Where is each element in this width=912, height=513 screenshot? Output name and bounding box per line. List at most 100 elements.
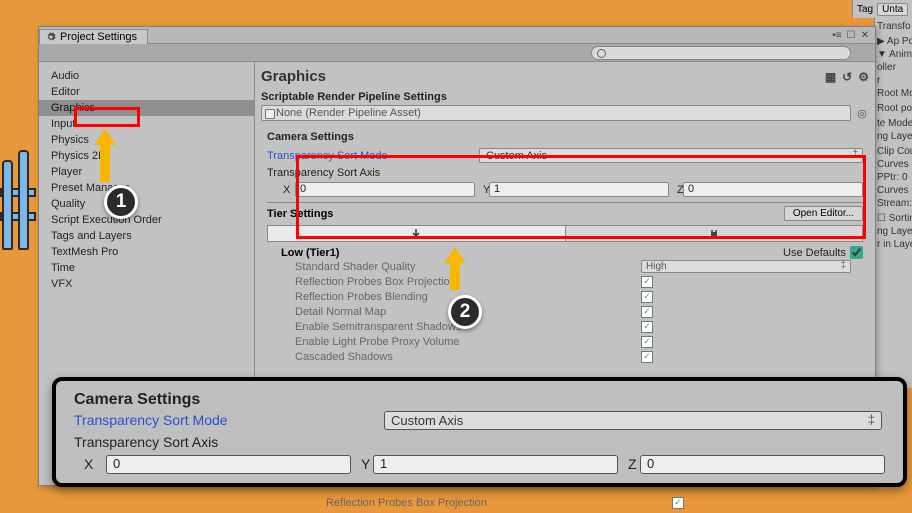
sidebar-item-script-execution-order[interactable]: Script Execution Order (39, 212, 254, 228)
sidebar-item-preset-manager[interactable]: Preset Manager (39, 180, 254, 196)
tier-property-row: Enable Semitransparent Shadows ✓ (267, 319, 863, 334)
zoom-mode-dropdown[interactable]: Custom Axis (384, 411, 882, 430)
sidebar-item-physics[interactable]: Physics (39, 132, 254, 148)
sidebar-item-graphics[interactable]: Graphics (39, 100, 254, 116)
prop-checkbox[interactable]: ✓ (641, 306, 653, 318)
tier-property-row: Detail Normal Map ✓ (267, 304, 863, 319)
sidebar-item-vfx[interactable]: VFX (39, 276, 254, 292)
tag-dropdown[interactable]: Unta (877, 3, 908, 16)
prop-label: Enable Semitransparent Shadows (295, 321, 625, 333)
maximize-icon[interactable]: ☐ (845, 30, 857, 41)
tag-label: Tag (857, 4, 873, 15)
object-picker-icon[interactable]: ◎ (855, 105, 869, 121)
close-icon[interactable]: ✕ (859, 30, 871, 41)
inspector-line: ▶ Ap Por (877, 35, 910, 48)
tier-prop-peek: Reflection Probes Box Projection ✓ (298, 495, 868, 510)
inspector-line: Curves P (877, 158, 910, 171)
axis-z-label: Z (669, 184, 683, 196)
popout-icon[interactable]: ▪≡ (831, 30, 843, 41)
sidebar-item-editor[interactable]: Editor (39, 84, 254, 100)
prop-checkbox[interactable]: ✓ (641, 276, 653, 288)
platform-tab-android[interactable] (566, 226, 863, 241)
sidebar-item-tags-and-layers[interactable]: Tags and Layers (39, 228, 254, 244)
sidebar-item-physics-2d[interactable]: Physics 2D (39, 148, 254, 164)
camera-settings-title: Camera Settings (267, 131, 863, 143)
inspector-line: ng Layer (877, 225, 910, 238)
prop-checkbox[interactable]: ✓ (641, 321, 653, 333)
pipeline-asset-field[interactable]: None (Render Pipeline Asset) (261, 105, 851, 121)
pipeline-title: Scriptable Render Pipeline Settings (261, 89, 869, 105)
axis-y-input[interactable]: 1 (489, 182, 669, 197)
background-sprite (0, 150, 36, 270)
sidebar-item-audio[interactable]: Audio (39, 68, 254, 84)
axis-x-label: X (281, 184, 295, 196)
inspector-line: Stream: (877, 197, 910, 210)
tier-property-row: Cascaded Shadows ✓ (267, 349, 863, 364)
sort-mode-dropdown[interactable]: Custom Axis (479, 148, 863, 163)
window-tab[interactable]: Project Settings (39, 29, 148, 44)
inspector-line: Curves C (877, 184, 910, 197)
tier-name: Low (Tier1) (281, 247, 339, 259)
inspector-line: PPtr: 0 (877, 171, 910, 184)
download-icon (411, 229, 421, 239)
android-icon (709, 229, 719, 239)
prop-dropdown[interactable]: High (641, 260, 851, 273)
zoom-mode-label: Transparency Sort Mode (74, 412, 384, 428)
zoom-x-label: X (84, 456, 106, 472)
page-title: Graphics ▦ ↺ ⚙ (261, 66, 869, 89)
zoom-title: Camera Settings (74, 391, 885, 409)
platform-tab-standalone[interactable] (268, 226, 566, 241)
prop-label: Reflection Probes Blending (295, 291, 625, 303)
camera-settings-block: Camera Settings Transparency Sort Mode C… (261, 127, 869, 372)
zoom-z-input[interactable]: 0 (640, 455, 885, 474)
zoom-axis-label: Transparency Sort Axis (74, 434, 384, 450)
help-icon[interactable]: ⚙ (858, 70, 869, 84)
prop-label: Cascaded Shadows (295, 351, 625, 363)
inspector-line: oller (877, 61, 910, 74)
sidebar-item-input[interactable]: Input (39, 116, 254, 132)
zoom-y-label: Y (351, 456, 373, 472)
zoom-x-input[interactable]: 0 (106, 455, 351, 474)
tier-property-row: Reflection Probes Blending ✓ (267, 289, 863, 304)
use-defaults-label: Use Defaults (783, 247, 846, 259)
tier-row: Low (Tier1) Use Defaults (267, 246, 863, 259)
tier-settings-header: Tier Settings Open Editor... (267, 202, 863, 221)
prop-checkbox[interactable]: ✓ (641, 291, 653, 303)
reset-icon[interactable]: ↺ (842, 70, 852, 84)
prop-checkbox[interactable]: ✓ (641, 336, 653, 348)
tier-property-row: Enable Light Probe Proxy Volume ✓ (267, 334, 863, 349)
tier-property-row: Standard Shader Quality High (267, 259, 863, 274)
prop-checkbox[interactable]: ✓ (672, 497, 684, 509)
sidebar-item-player[interactable]: Player (39, 164, 254, 180)
inspector-line: Clip Cou (877, 145, 910, 158)
prop-label: Standard Shader Quality (295, 261, 625, 273)
inspector-panel-clipped: Transfo▶ Ap Por▼ AnimaollerrRoot MoRoot … (874, 18, 912, 388)
prop-label: Enable Light Probe Proxy Volume (295, 336, 625, 348)
tab-title: Project Settings (60, 31, 137, 43)
sidebar-item-quality[interactable]: Quality (39, 196, 254, 212)
sidebar-item-textmesh-pro[interactable]: TextMesh Pro (39, 244, 254, 260)
sidebar-item-time[interactable]: Time (39, 260, 254, 276)
zoom-z-label: Z (618, 456, 640, 472)
tier-property-row: Reflection Probes Box Projection✓ (267, 274, 863, 289)
inspector-line: te Mode (877, 117, 910, 130)
axis-z-input[interactable]: 0 (683, 182, 863, 197)
open-editor-button[interactable]: Open Editor... (784, 206, 863, 221)
prop-label: Detail Normal Map (295, 306, 625, 318)
search-input[interactable] (591, 46, 851, 60)
use-defaults-checkbox[interactable] (850, 246, 863, 259)
preset-icon[interactable]: ▦ (825, 70, 836, 84)
sort-axis-label: Transparency Sort Axis (267, 167, 479, 179)
inspector-tag-row: Tag Unta (852, 0, 912, 18)
window-titlebar: Project Settings ▪≡ ☐ ✕ (39, 27, 875, 44)
inspector-line: r in Laye (877, 238, 910, 251)
inspector-line: r (877, 74, 910, 87)
zoom-y-input[interactable]: 1 (373, 455, 618, 474)
axis-x-input[interactable]: 0 (295, 182, 475, 197)
prop-checkbox[interactable]: ✓ (641, 351, 653, 363)
sort-mode-label: Transparency Sort Mode (267, 150, 479, 162)
search-row (39, 44, 875, 62)
window-buttons: ▪≡ ☐ ✕ (831, 30, 875, 41)
inspector-line: Transfo (877, 20, 910, 33)
tier-settings-title: Tier Settings (267, 208, 333, 220)
